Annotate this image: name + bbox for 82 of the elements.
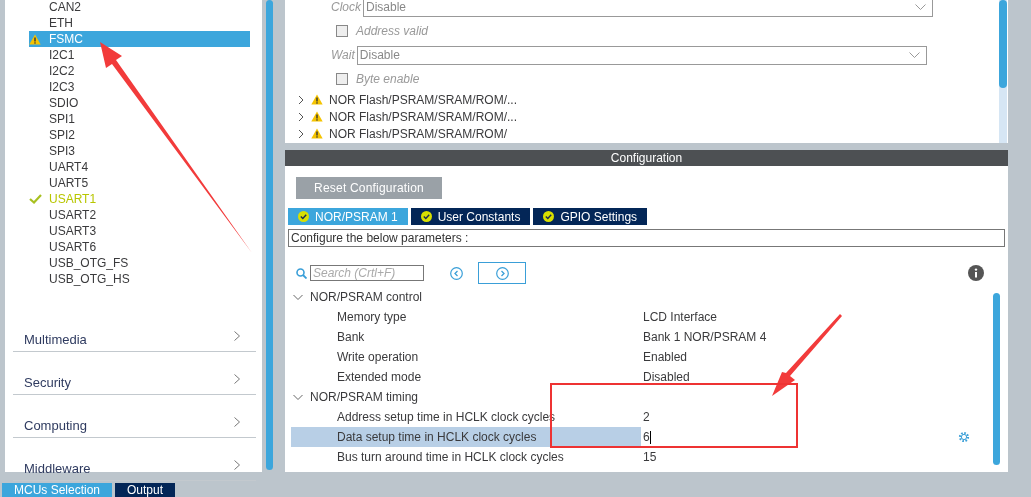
parameter-name: Memory type [337, 310, 408, 324]
parameter-value: 15 [643, 450, 657, 464]
parameter-value: Disabled [643, 370, 690, 384]
scrollbar[interactable] [999, 0, 1007, 143]
chevron-right-icon [234, 460, 240, 470]
subsection-label[interactable]: NOR Flash/PSRAM/SRAM/ROM/... [329, 92, 518, 107]
parameter-name: Extended mode [337, 370, 423, 384]
chevron-right-icon[interactable] [297, 94, 305, 105]
sidebar-item[interactable]: I2C3 [29, 79, 250, 95]
chevron-right-icon[interactable] [297, 128, 305, 139]
checkbox[interactable] [336, 73, 348, 85]
chevron-down-icon [908, 52, 920, 58]
sidebar-item[interactable]: SPI2 [29, 127, 250, 143]
parameter-row[interactable]: Bank Bank 1 NOR/PSRAM 4 [291, 327, 993, 347]
sidebar-item[interactable]: USB_OTG_FS [29, 255, 250, 271]
checkbox-label: Address valid [356, 24, 429, 38]
parameter-name: Write operation [337, 350, 420, 364]
panel-header: Configuration [285, 150, 1008, 166]
dropdown[interactable]: Disable [356, 45, 927, 65]
sidebar-item[interactable]: ETH [29, 15, 250, 31]
chevron-right-icon [234, 417, 240, 427]
next-button[interactable] [478, 262, 526, 284]
subsection-label[interactable]: NOR Flash/PSRAM/SRAM/ROM/ [329, 126, 508, 141]
parameter-row[interactable]: Extended mode Disabled [291, 367, 993, 387]
parameter-value: Enabled [643, 350, 688, 364]
scrollbar[interactable] [266, 0, 273, 470]
checkbox-label: Byte enable [356, 72, 420, 86]
dropdown[interactable]: Disable [363, 0, 933, 17]
check-circle-icon [298, 211, 309, 222]
search-icon [296, 267, 307, 279]
sidebar-item[interactable]: UART4 [29, 159, 250, 175]
check-circle-icon [420, 211, 432, 222]
tab[interactable]: Output [115, 483, 176, 497]
field-label: Wait [331, 48, 355, 62]
warning-icon [29, 33, 41, 45]
chevron-down-icon[interactable] [293, 393, 303, 401]
category-item[interactable]: Computing [13, 395, 256, 438]
parameter-row[interactable]: Bus turn around time in HCLK clock cycles 15 [291, 447, 993, 467]
sidebar-item[interactable]: UART5 [29, 175, 250, 191]
parameter-name: Data setup time in HCLK clock cycles [337, 430, 538, 444]
field-label: Clock [331, 0, 361, 14]
sidebar-item[interactable]: CAN2 [29, 0, 250, 15]
parameter-value: LCD Interface [643, 310, 718, 324]
parameter-value: Bank 1 NOR/PSRAM 4 [643, 330, 767, 344]
parameter-name: Bank [337, 330, 366, 344]
previous-icon[interactable] [450, 266, 463, 280]
settings-icon[interactable] [958, 431, 970, 443]
sidebar-item[interactable]: USART2 [29, 207, 250, 223]
chevron-down-icon[interactable] [293, 293, 303, 301]
tab[interactable]: User Constants [410, 208, 531, 225]
value-input[interactable]: 6 [643, 428, 651, 446]
sidebar-item[interactable]: USART6 [29, 239, 250, 255]
sidebar-item[interactable]: USART3 [29, 223, 250, 239]
next-icon [495, 266, 509, 280]
sidebar-item[interactable]: SPI3 [29, 143, 250, 159]
chevron-right-icon [234, 331, 240, 341]
parameter-row[interactable]: Write operation Enabled [291, 347, 993, 367]
sidebar-item[interactable]: I2C1 [29, 47, 250, 63]
group-label[interactable]: NOR/PSRAM control [310, 290, 423, 304]
sidebar-item[interactable]: SPI1 [29, 111, 250, 127]
info-icon[interactable] [968, 265, 984, 281]
chevron-right-icon [234, 374, 240, 384]
parameter-name: Bus turn around time in HCLK clock cycles [337, 450, 565, 464]
category-item[interactable]: Multimedia [13, 309, 256, 352]
check-circle-icon [543, 211, 555, 222]
category-item[interactable]: Middleware [13, 438, 256, 481]
subsection-label[interactable]: NOR Flash/PSRAM/SRAM/ROM/... [329, 109, 518, 124]
sidebar-item[interactable]: SDIO [29, 95, 250, 111]
checkmark-icon [29, 194, 42, 204]
description-text: Configure the below parameters : [288, 229, 1005, 247]
search-field[interactable]: Search (Crtl+F) [310, 265, 424, 281]
parameter-value: 2 [643, 410, 650, 424]
group-label[interactable]: NOR/PSRAM timing [310, 390, 419, 404]
checkbox[interactable] [336, 25, 348, 37]
chevron-down-icon [915, 4, 926, 10]
category-item[interactable]: Security [13, 352, 256, 395]
parameter-row[interactable]: Memory type LCD Interface [291, 307, 993, 327]
sidebar-item[interactable]: I2C2 [29, 63, 250, 79]
scrollbar[interactable] [993, 293, 1000, 465]
chevron-right-icon[interactable] [297, 111, 305, 122]
tab[interactable]: GPIO Settings [533, 208, 648, 225]
sidebar-item[interactable]: USB_OTG_HS [29, 271, 250, 287]
